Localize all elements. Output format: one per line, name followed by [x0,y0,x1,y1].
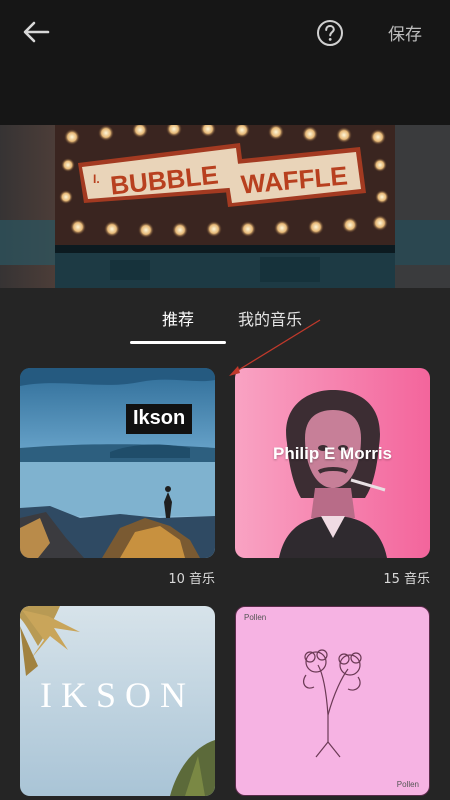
annotation-arrow [229,319,321,376]
